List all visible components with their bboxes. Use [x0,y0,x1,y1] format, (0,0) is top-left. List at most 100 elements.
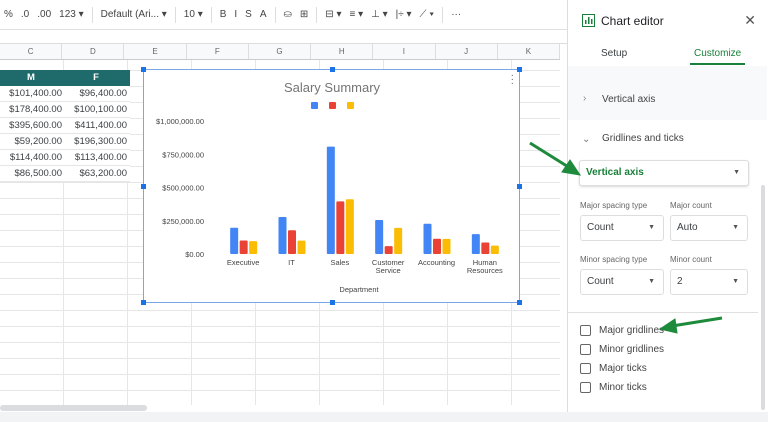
checkbox-box[interactable] [580,325,591,336]
resize-handle[interactable] [517,184,522,189]
y-tick-label: $0.00 [185,250,204,259]
toolbar-button[interactable]: A [256,9,271,20]
bar [481,242,490,254]
close-icon[interactable]: ✕ [744,12,756,29]
table-cell[interactable]: $101,400.00 [0,86,65,101]
toolbar-button[interactable]: ⊥ ▾ [367,9,392,20]
column-header[interactable]: I [373,44,436,59]
table-cell[interactable]: $411,400.00 [65,118,130,133]
column-header[interactable]: H [311,44,374,59]
resize-handle[interactable] [141,67,146,72]
checkbox-box[interactable] [580,363,591,374]
checkbox-minor-ticks[interactable]: Minor ticks [580,382,647,393]
toolbar-button[interactable]: ⊟ ▾ [321,9,345,20]
toolbar-button[interactable]: ··· [447,9,465,20]
column-header[interactable]: K [498,44,560,59]
tab-customize[interactable]: Customize [690,48,746,65]
column-header[interactable]: D [62,44,125,59]
table-row: $86,500.00 $63,200.00 [0,166,130,182]
resize-handle[interactable] [517,300,522,305]
legend-swatch [329,102,336,109]
checkbox-box[interactable] [580,382,591,393]
bar [423,223,432,254]
toolbar-button[interactable]: ⟋ ▾ [416,9,439,20]
tab-setup[interactable]: Setup [601,48,627,59]
major-spacing-select[interactable]: Count ▼ [580,215,664,241]
bar [230,227,239,254]
table-cell[interactable]: $96,400.00 [65,86,130,101]
axis-select[interactable]: Vertical axis ▼ [579,160,749,186]
resize-handle[interactable] [141,300,146,305]
checkbox-box[interactable] [580,344,591,355]
chevron-right-icon: › [583,93,587,104]
resize-handle[interactable] [141,184,146,189]
x-tick-label: Accounting [418,258,455,267]
column-header[interactable]: G [249,44,312,59]
toolbar-button[interactable]: .0 [17,9,33,20]
toolbar: % .0.00 123 ▾ Default (Ari... ▾ 10 ▾ B I S A ⛀ ⊞ ⊟ … [0,0,567,30]
toolbar-button[interactable]: Default (Ari... ▾ [97,9,171,20]
table-cell[interactable]: $100,100.00 [65,102,130,117]
chevron-down-icon[interactable]: ⌄ [582,134,590,145]
toolbar-button[interactable]: S [241,9,256,20]
legend-swatch [347,102,354,109]
table-cell[interactable]: $113,400.00 [65,150,130,165]
minor-count-select[interactable]: 2 ▼ [670,269,748,295]
toolbar-button[interactable]: 123 ▾ [55,9,87,20]
table-cell[interactable]: $395,600.00 [0,118,65,133]
horizontal-scrollbar[interactable] [0,405,560,412]
toolbar-button[interactable]: ⊞ [296,9,312,20]
toolbar-button[interactable]: ⛀ [280,9,296,20]
table-cell[interactable]: $178,400.00 [0,102,65,117]
major-count-select[interactable]: Auto ▼ [670,215,748,241]
checkbox-label: Minor ticks [599,382,647,393]
bar [297,240,306,254]
toolbar-divider [442,6,444,23]
chart-editor-panel: Chart editor ✕ Setup Customize › Vertica… [567,0,768,412]
major-spacing-label: Major spacing type [580,201,648,210]
bar [490,245,499,254]
checkbox-minor-gridlines[interactable]: Minor gridlines [580,344,664,355]
checkbox-major-gridlines[interactable]: Major gridlines [580,325,664,336]
bar [239,240,248,254]
table-cell[interactable]: $114,400.00 [0,150,65,165]
toolbar-button[interactable]: B [216,9,231,20]
header-cell[interactable]: M [0,70,65,86]
collapsed-section[interactable]: › Vertical axis [568,66,767,120]
section-gridlines-and-ticks[interactable]: Gridlines and ticks [602,133,684,144]
toolbar-button[interactable]: .00 [33,9,55,20]
chart[interactable]: Salary Summary $0.00 $250,000.00 $500,000.0… [141,67,522,305]
toolbar-button[interactable]: I [230,9,241,20]
toolbar-button[interactable]: 10 ▾ [180,9,207,20]
header-cell[interactable]: F [65,70,130,86]
bar [345,199,354,254]
bar [471,234,480,254]
toolbar-divider [210,6,212,23]
chart-menu-icon[interactable]: · · · [511,71,514,89]
column-header[interactable]: C [0,44,63,59]
checkbox-major-ticks[interactable]: Major ticks [580,363,647,374]
axis-select-value: Vertical axis [586,167,644,178]
toolbar-button[interactable]: ≡ ▾ [345,9,367,20]
table-row: $395,600.00 $411,400.00 [0,118,130,134]
column-header[interactable]: J [436,44,498,59]
panel-scrollbar[interactable] [761,185,765,410]
resize-handle[interactable] [517,67,522,72]
resize-handle[interactable] [330,300,335,305]
toolbar-button[interactable]: |÷ ▾ [392,9,416,20]
table-cell[interactable]: $86,500.00 [0,166,65,181]
minor-spacing-label: Minor spacing type [580,255,648,264]
toolbar-divider [274,6,276,23]
minor-spacing-select[interactable]: Count ▼ [580,269,664,295]
section-vertical-axis[interactable]: Vertical axis [602,94,655,105]
column-header[interactable]: F [187,44,249,59]
table-cell[interactable]: $63,200.00 [65,166,130,181]
x-tick-label: Sales [330,258,349,267]
column-header[interactable]: E [124,44,187,59]
toolbar-button[interactable]: % [0,9,17,20]
table-cell[interactable]: $196,300.00 [65,134,130,149]
table-cell[interactable]: $59,200.00 [0,134,65,149]
formula-bar[interactable] [0,30,567,44]
x-tick-label: IT [288,258,295,267]
resize-handle[interactable] [330,67,335,72]
